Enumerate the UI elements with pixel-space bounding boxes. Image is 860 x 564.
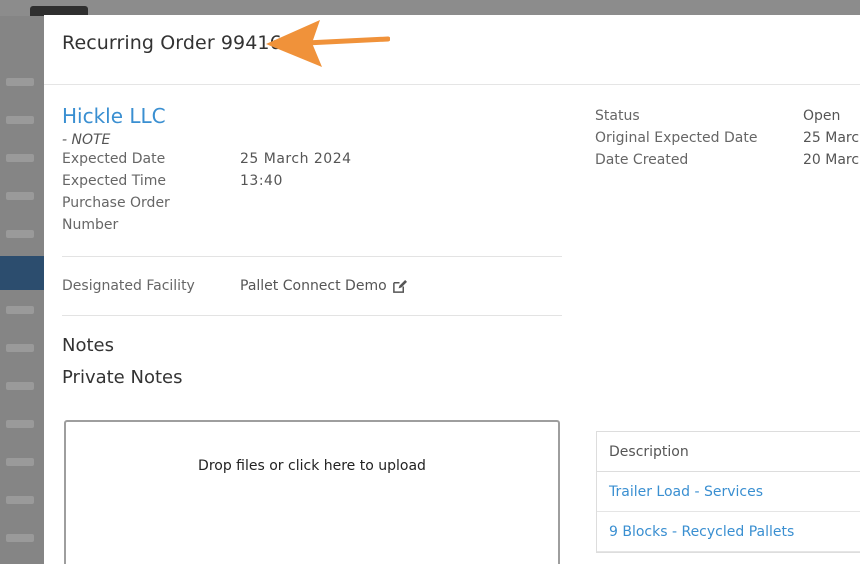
items-table-header: Description (597, 432, 860, 472)
customer-note: - NOTE (62, 132, 111, 148)
background-topbar (0, 0, 860, 16)
expected-time-label: Expected Time (62, 173, 167, 189)
dropzone-text: Drop files or click here to upload (198, 458, 426, 474)
purchase-order-label: Purchase Order Number (62, 195, 170, 233)
background-sidebar-active-item (0, 256, 44, 290)
modal-header: Recurring Order 99416 (44, 15, 860, 85)
divider (62, 315, 562, 316)
customer-link[interactable]: Hickle LLC (62, 104, 562, 128)
designated-facility-value-wrap: Pallet Connect Demo (240, 278, 407, 294)
original-expected-date-value: 25 March (803, 130, 860, 146)
status-value: Open (803, 108, 841, 124)
designated-facility-value: Pallet Connect Demo (240, 278, 387, 294)
status-label: Status (595, 108, 640, 124)
date-created-row: Date Created 20 March (595, 149, 860, 171)
modal-title: Recurring Order 99416 (62, 32, 282, 54)
items-table: Description Trailer Load - Services 9 Bl… (596, 431, 860, 553)
table-row[interactable]: 9 Blocks - Recycled Pallets (597, 512, 860, 552)
designated-facility-label: Designated Facility (62, 278, 195, 294)
recurring-order-modal: Recurring Order 99416 Hickle LLC - NOTE … (44, 15, 860, 564)
file-upload-dropzone[interactable]: Drop files or click here to upload (64, 420, 560, 564)
table-row[interactable]: Trailer Load - Services (597, 472, 860, 512)
original-expected-date-row: Original Expected Date 25 March (595, 127, 860, 149)
expected-time-row: Expected Time 13:40 (62, 170, 562, 192)
designated-facility-row: Designated Facility Pallet Connect Demo (62, 257, 562, 315)
order-details: Hickle LLC - NOTE Expected Date 25 March… (62, 100, 562, 394)
status-row: Status Open (595, 105, 860, 127)
purchase-order-row: Purchase Order Number (62, 192, 562, 236)
private-notes-heading: Private Notes (62, 367, 183, 388)
date-created-value: 20 March (803, 152, 860, 168)
expected-time-value: 13:40 (240, 173, 283, 189)
expected-date-value: 25 March 2024 (240, 151, 352, 167)
background-sidebar (0, 16, 44, 564)
annotation-arrow-icon (266, 20, 390, 67)
notes-heading: Notes (62, 335, 114, 356)
edit-icon[interactable] (392, 279, 407, 294)
expected-date-label: Expected Date (62, 151, 166, 167)
date-created-label: Date Created (595, 152, 689, 168)
expected-date-row: Expected Date 25 March 2024 (62, 148, 562, 170)
original-expected-date-label: Original Expected Date (595, 130, 758, 146)
order-status-info: Status Open Original Expected Date 25 Ma… (595, 105, 860, 171)
